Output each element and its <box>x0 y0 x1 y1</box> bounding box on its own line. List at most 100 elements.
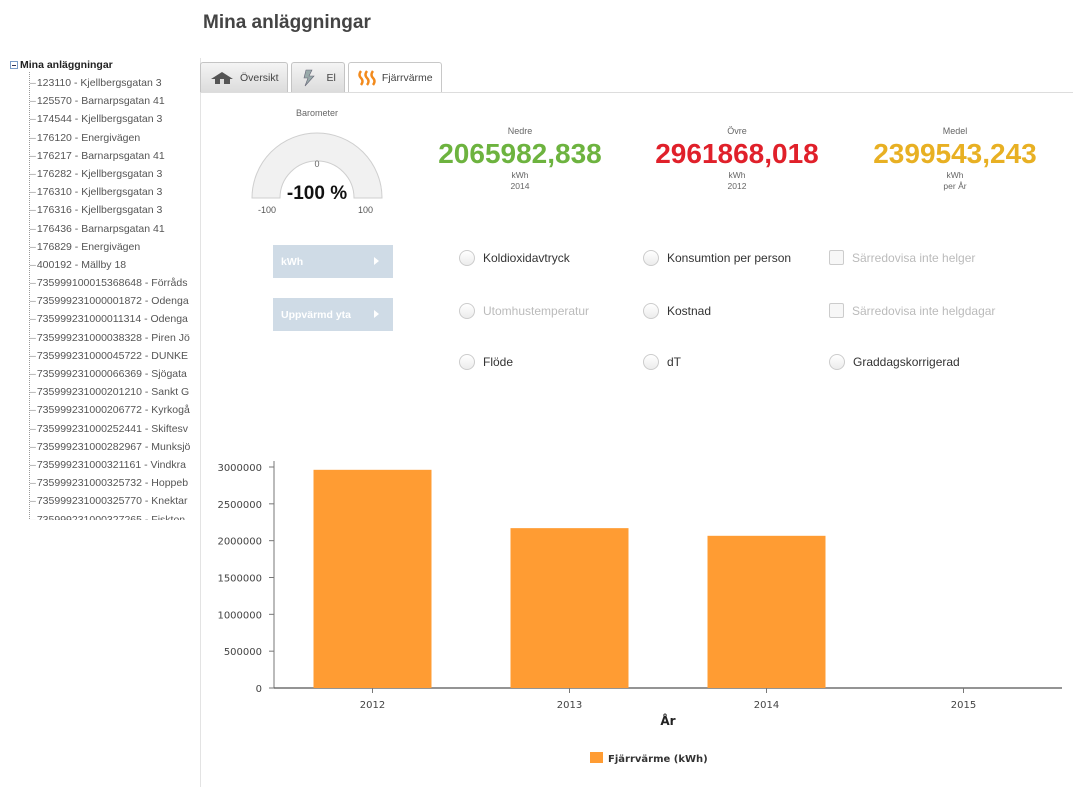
legend-swatch <box>590 752 603 763</box>
x-axis-title: År <box>660 713 675 728</box>
stat-lower-year: 2014 <box>510 181 530 191</box>
bar-2013 <box>510 528 629 688</box>
consumption-per-person-radio[interactable] <box>643 250 659 266</box>
tab-oversikt[interactable]: Översikt <box>200 62 288 92</box>
tree-item[interactable]: 735999231000206772 - Kyrkogå <box>30 401 198 419</box>
y-tick-label: 500000 <box>224 647 262 658</box>
option-label: Kostnad <box>667 304 712 318</box>
tree-item[interactable]: 735999231000045722 - DUNKE <box>30 347 198 365</box>
tree-item[interactable]: 735999231000038328 - Piren Jö <box>30 329 198 347</box>
option-consumption-per-person[interactable]: Konsumtion per person <box>643 250 791 266</box>
legend-label: Fjärrvärme (kWh) <box>608 754 708 765</box>
stat-upper: Övre 2961868,018 kWh 2012 <box>647 126 827 192</box>
option-separate-holidays[interactable]: Särredovisa inte helgdagar <box>829 303 995 318</box>
option-flow[interactable]: Flöde <box>459 354 513 370</box>
tree-item[interactable]: 176436 - Barnarpsgatan 41 <box>30 220 198 238</box>
lightning-icon <box>300 69 322 87</box>
tree-item[interactable]: 735999231000325732 - Hoppeb <box>30 474 198 492</box>
tab-label: Fjärrvärme <box>381 72 433 84</box>
option-label: Särredovisa inte helger <box>852 250 976 265</box>
option-label: Flöde <box>483 355 514 369</box>
option-label: Särredovisa inte helgdagar <box>852 303 996 318</box>
heated-area-button[interactable]: Uppvärmd yta <box>273 298 393 331</box>
tree-item[interactable]: 176829 - Energivägen <box>30 238 198 256</box>
option-label: Utomhustemperatur <box>483 304 590 318</box>
tree-item[interactable]: 176282 - Kjellbergsgatan 3 <box>30 165 198 183</box>
stat-mean-unit: kWh <box>946 170 964 180</box>
heated-area-button-label: Uppvärmd yta <box>281 308 352 321</box>
dt-radio[interactable] <box>643 354 659 370</box>
tree-item[interactable]: 735999231000011314 - Odenga <box>30 310 198 328</box>
tab-label: Översikt <box>240 71 279 84</box>
tree-item[interactable]: 735999100015368648 - Förråds <box>30 274 198 292</box>
barometer: Barometer 0 -100 % -100 100 <box>247 108 387 218</box>
degree-days-radio[interactable] <box>829 354 845 370</box>
collapse-icon[interactable] <box>10 61 18 69</box>
tab-fjarrvarme[interactable]: Fjärrvärme <box>347 62 442 93</box>
house-icon <box>209 71 235 85</box>
y-tick-label: 2500000 <box>217 500 262 511</box>
stat-upper-year: 2012 <box>727 181 747 191</box>
tree-item[interactable]: 735999231000325770 - Knektar <box>30 492 198 510</box>
co2-radio[interactable] <box>459 250 475 266</box>
tree-item[interactable]: 735999231000066369 - Sjögata <box>30 365 198 383</box>
outdoor-temp-radio[interactable] <box>459 303 475 319</box>
tree-item[interactable]: 125570 - Barnarpsgatan 41 <box>30 92 198 110</box>
x-tick-label: 2012 <box>360 700 385 711</box>
tree-item[interactable]: 735999231000282967 - Munksjö <box>30 438 198 456</box>
separate-holidays-checkbox[interactable] <box>829 303 844 318</box>
tab-el[interactable]: El <box>290 62 345 92</box>
option-co2[interactable]: Koldioxidavtryck <box>459 250 570 266</box>
flow-radio[interactable] <box>459 354 475 370</box>
option-degree-days[interactable]: Graddagskorrigerad <box>829 354 960 370</box>
y-tick-label: 1000000 <box>217 610 262 621</box>
option-label: Konsumtion per person <box>667 251 792 265</box>
tree-root[interactable]: Mina anläggningar <box>10 58 198 72</box>
tree-item[interactable]: 735999231000327265 - Fiskton <box>30 511 198 521</box>
kwh-button-label: kWh <box>281 255 304 268</box>
option-label: dT <box>667 355 682 369</box>
chevron-right-icon <box>374 257 379 265</box>
kwh-button[interactable]: kWh <box>273 245 393 278</box>
cost-radio[interactable] <box>643 303 659 319</box>
tree-item[interactable]: 174544 - Kjellbergsgatan 3 <box>30 110 198 128</box>
option-outdoor-temp[interactable]: Utomhustemperatur <box>459 303 589 319</box>
chevron-right-icon <box>374 310 379 318</box>
tree-item[interactable]: 176316 - Kjellbergsgatan 3 <box>30 201 198 219</box>
option-dt[interactable]: dT <box>643 354 681 370</box>
stat-mean-value: 2399543,243 <box>873 138 1037 169</box>
x-tick-label: 2014 <box>754 700 779 711</box>
stat-mean-label: Medel <box>942 126 968 136</box>
y-tick-label: 2000000 <box>217 537 262 548</box>
stat-lower-value: 2065982,838 <box>438 138 602 169</box>
tree-item[interactable]: 735999231000001872 - Odenga <box>30 292 198 310</box>
heat-waves-icon <box>357 69 377 87</box>
tree-item[interactable]: 176310 - Kjellbergsgatan 3 <box>30 183 198 201</box>
tree-item[interactable]: 735999231000201210 - Sankt G <box>30 383 198 401</box>
tree-item[interactable]: 735999231000321161 - Vindkra <box>30 456 198 474</box>
separate-weekends-checkbox[interactable] <box>829 250 844 265</box>
option-cost[interactable]: Kostnad <box>643 303 711 319</box>
option-label: Graddagskorrigerad <box>853 355 960 369</box>
tree-item[interactable]: 735999231000252441 - Skiftesv <box>30 420 198 438</box>
tree-item[interactable]: 176120 - Energivägen <box>30 129 198 147</box>
bar-2012 <box>313 469 432 688</box>
stat-mean-period: per År <box>943 181 967 191</box>
consumption-chart: 0 500000 1000000 1500000 2000000 2500000 30000… <box>217 461 1062 765</box>
option-separate-weekends[interactable]: Särredovisa inte helger <box>829 250 975 265</box>
y-tick-label: 3000000 <box>217 463 262 474</box>
stat-upper-unit: kWh <box>728 170 746 180</box>
barometer-min: -100 <box>258 205 277 215</box>
barometer-max: 100 <box>358 205 374 215</box>
sidebar-divider <box>200 58 201 787</box>
tree-root-label[interactable]: Mina anläggningar <box>20 59 113 71</box>
facility-tree: Mina anläggningar 123110 - Kjellbergsgat… <box>10 58 198 520</box>
tree-item[interactable]: 123110 - Kjellbergsgatan 3 <box>30 74 198 92</box>
tree-item[interactable]: 176217 - Barnarpsgatan 41 <box>30 147 198 165</box>
stat-upper-label: Övre <box>727 126 747 136</box>
stat-mean: Medel 2399543,243 kWh per År <box>870 126 1040 192</box>
tab-bar: Översikt El Fjärrvärme <box>200 62 445 93</box>
tab-underline <box>200 92 1073 93</box>
tree-item[interactable]: 400192 - Mällby 18 <box>30 256 198 274</box>
tree-items: 123110 - Kjellbergsgatan 3125570 - Barna… <box>29 72 198 520</box>
